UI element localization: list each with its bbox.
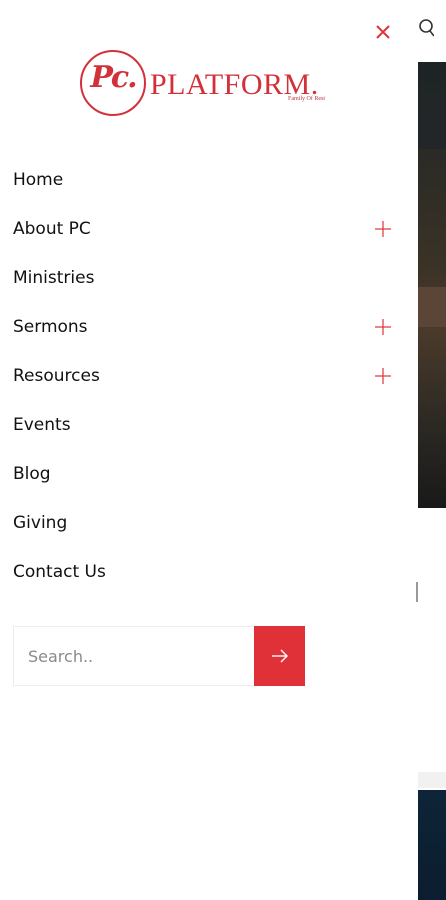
footer-banner <box>418 790 446 900</box>
text-caret <box>416 582 418 602</box>
menu-item-giving[interactable]: Giving <box>0 498 408 547</box>
menu-item-blog[interactable]: Blog <box>0 449 408 498</box>
menu-item-label: About PC <box>13 218 91 239</box>
menu-item-label: Resources <box>13 365 100 386</box>
menu-item-label: Contact Us <box>13 561 106 582</box>
menu-item-label: Blog <box>13 463 51 484</box>
menu-item-contact-us[interactable]: Contact Us <box>0 547 408 596</box>
menu-item-label: Giving <box>13 512 68 533</box>
menu-item-events[interactable]: Events <box>0 400 408 449</box>
plus-icon[interactable] <box>374 318 392 336</box>
search-submit-button[interactable] <box>254 626 305 686</box>
menu-item-sermons[interactable]: Sermons <box>0 302 408 351</box>
mobile-nav-drawer: Pc. PLATFORM. Family Of Rest Home About … <box>0 0 408 900</box>
menu-item-label: Ministries <box>13 267 95 288</box>
menu-item-label: Events <box>13 414 71 435</box>
plus-icon[interactable] <box>374 367 392 385</box>
hero-image <box>418 62 446 508</box>
menu-item-label: Home <box>13 169 64 190</box>
search-icon[interactable] <box>416 18 435 40</box>
footer-divider <box>418 772 446 788</box>
plus-icon[interactable] <box>374 220 392 238</box>
nav-menu: Home About PC Ministries Sermons Resourc… <box>0 155 408 596</box>
brand-logo[interactable]: Pc. PLATFORM. Family Of Rest <box>80 50 332 122</box>
search-form <box>13 626 305 686</box>
logo-monogram: Pc. <box>90 60 137 95</box>
menu-item-home[interactable]: Home <box>0 155 408 204</box>
close-button[interactable] <box>371 20 395 44</box>
close-icon <box>376 25 390 39</box>
logo-tagline: Family Of Rest <box>288 96 325 102</box>
menu-item-about-pc[interactable]: About PC <box>0 204 408 253</box>
menu-item-ministries[interactable]: Ministries <box>0 253 408 302</box>
arrow-right-icon <box>271 649 288 663</box>
menu-item-label: Sermons <box>13 316 88 337</box>
menu-item-resources[interactable]: Resources <box>0 351 408 400</box>
search-input[interactable] <box>13 626 254 686</box>
